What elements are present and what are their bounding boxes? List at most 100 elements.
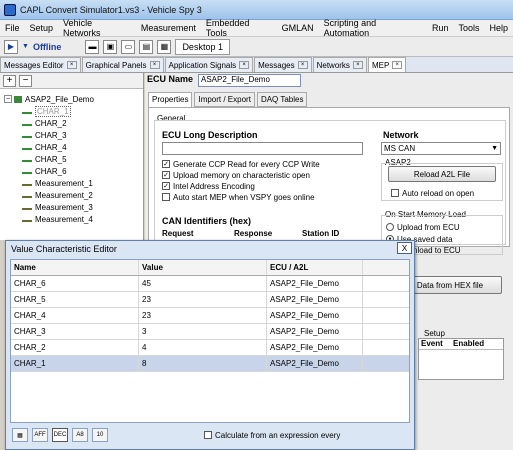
tab-messages-editor[interactable]: Messages Editor × bbox=[0, 57, 81, 72]
radio[interactable] bbox=[386, 223, 394, 231]
table-row-selected[interactable]: CHAR_1 8 ASAP2_File_Demo bbox=[11, 356, 409, 372]
close-icon[interactable]: × bbox=[297, 61, 308, 69]
format-10-button[interactable]: 10 bbox=[92, 428, 108, 442]
expand-icon[interactable]: − bbox=[4, 95, 12, 103]
table-row[interactable]: CHAR_6 45 ASAP2_File_Demo bbox=[11, 276, 409, 292]
tree-item[interactable]: CHAR_6 bbox=[0, 165, 143, 177]
tree-item[interactable]: CHAR_1 bbox=[0, 105, 143, 117]
tree-item[interactable]: Measurement_1 bbox=[0, 177, 143, 189]
format-hex-button[interactable]: AFF bbox=[32, 428, 48, 442]
measurement-icon bbox=[22, 204, 32, 210]
table-row[interactable]: CHAR_2 4 ASAP2_File_Demo bbox=[11, 340, 409, 356]
tab-networks[interactable]: Networks × bbox=[312, 57, 367, 72]
remove-button[interactable]: − bbox=[19, 74, 32, 87]
tree-item[interactable]: CHAR_5 bbox=[0, 153, 143, 165]
menu-run[interactable]: Run bbox=[427, 23, 454, 33]
tree-item[interactable]: CHAR_3 bbox=[0, 129, 143, 141]
table-row[interactable]: CHAR_5 23 ASAP2_File_Demo bbox=[11, 292, 409, 308]
tab-import-export[interactable]: Import / Export bbox=[194, 92, 255, 107]
ecu-subtabs: Properties Import / Export DAQ Tables bbox=[148, 92, 308, 107]
reload-a2l-button[interactable]: Reload A2L File bbox=[388, 166, 496, 182]
format-a8-button[interactable]: A8 bbox=[72, 428, 88, 442]
checkbox[interactable]: ✓ bbox=[162, 182, 170, 190]
checkbox-generate-ccp[interactable]: ✓ Generate CCP Read for every CCP Write bbox=[162, 159, 320, 169]
options-checkboxes: ✓ Generate CCP Read for every CCP Write ✓… bbox=[162, 159, 320, 202]
close-icon[interactable]: × bbox=[66, 61, 77, 69]
tab-properties[interactable]: Properties bbox=[148, 92, 193, 107]
long-desc-input[interactable] bbox=[162, 142, 363, 155]
menu-gmlan[interactable]: GMLAN bbox=[277, 23, 319, 33]
app-icon bbox=[4, 3, 16, 16]
tree-item[interactable]: CHAR_2 bbox=[0, 117, 143, 129]
dropdown-arrow-icon[interactable]: ▼ bbox=[22, 43, 29, 50]
tree-item[interactable]: Measurement_3 bbox=[0, 201, 143, 213]
col-name[interactable]: Name bbox=[11, 260, 139, 275]
tab-graphical-panels[interactable]: Graphical Panels × bbox=[81, 57, 164, 72]
long-desc-label: ECU Long Description bbox=[162, 130, 258, 140]
format-dec-button[interactable]: DEC bbox=[52, 428, 68, 442]
table-row[interactable]: CHAR_4 23 ASAP2_File_Demo bbox=[11, 308, 409, 324]
chevron-down-icon[interactable]: ▼ bbox=[491, 145, 498, 152]
tree-toolbar: + − bbox=[0, 73, 143, 89]
value-characteristic-editor: Value Characteristic Editor X Name Value… bbox=[5, 240, 415, 450]
tab-application-signals[interactable]: Application Signals × bbox=[164, 57, 254, 72]
setup-col-event: Event bbox=[421, 339, 443, 348]
tree-root[interactable]: − ASAP2_File_Demo bbox=[0, 93, 143, 105]
dialog-title-bar[interactable]: Value Characteristic Editor bbox=[6, 241, 414, 257]
table-row[interactable]: CHAR_3 3 ASAP2_File_Demo bbox=[11, 324, 409, 340]
menu-file[interactable]: File bbox=[0, 23, 25, 33]
close-icon[interactable]: × bbox=[352, 61, 363, 69]
setup-label: Setup bbox=[424, 329, 445, 338]
chart-icon[interactable]: ▤ bbox=[139, 39, 154, 54]
menu-setup[interactable]: Setup bbox=[25, 23, 59, 33]
col-ecu[interactable]: ECU / A2L bbox=[267, 260, 363, 275]
characteristic-icon bbox=[22, 156, 32, 162]
menu-scripting[interactable]: Scripting and Automation bbox=[319, 18, 427, 38]
lock-icon[interactable]: ▣ bbox=[103, 39, 118, 54]
menu-help[interactable]: Help bbox=[484, 23, 513, 33]
close-icon[interactable]: × bbox=[149, 61, 160, 69]
tab-mep[interactable]: MEP × bbox=[367, 57, 407, 72]
tree-item[interactable]: CHAR_4 bbox=[0, 141, 143, 153]
ecu-name-input[interactable]: ASAP2_File_Demo bbox=[198, 74, 301, 87]
tab-messages[interactable]: Messages × bbox=[254, 57, 312, 72]
add-button[interactable]: + bbox=[3, 74, 16, 87]
network-label: Network bbox=[383, 130, 419, 140]
menu-measurement[interactable]: Measurement bbox=[136, 23, 201, 33]
checkbox-auto-start[interactable]: Auto start MEP when VSPY goes online bbox=[162, 192, 320, 202]
menu-embedded-tools[interactable]: Embedded Tools bbox=[201, 18, 277, 38]
menu-bar: File Setup Vehicle Networks Measurement … bbox=[0, 18, 513, 38]
close-icon[interactable]: × bbox=[239, 61, 250, 69]
checkbox[interactable] bbox=[391, 189, 399, 197]
menu-vehicle-networks[interactable]: Vehicle Networks bbox=[58, 18, 136, 38]
table-icon[interactable]: ▦ bbox=[12, 428, 28, 442]
measurement-icon bbox=[22, 180, 32, 186]
checkbox-upload-memory[interactable]: ✓ Upload memory on characteristic open bbox=[162, 170, 320, 180]
tree-item[interactable]: Measurement_2 bbox=[0, 189, 143, 201]
col-value[interactable]: Value bbox=[139, 260, 267, 275]
can-col-request: Request bbox=[162, 229, 194, 238]
checkbox[interactable] bbox=[204, 431, 212, 439]
tree-item[interactable]: Measurement_4 bbox=[0, 213, 143, 225]
network-select[interactable]: MS CAN ▼ bbox=[381, 142, 501, 155]
checkbox[interactable]: ✓ bbox=[162, 160, 170, 168]
dialog-footer: ▦ AFF DEC A8 10 Calculate from an expres… bbox=[10, 425, 410, 445]
menu-tools[interactable]: Tools bbox=[453, 23, 484, 33]
monitor-icon[interactable]: ▭ bbox=[121, 39, 136, 54]
play-icon[interactable]: ▶ bbox=[4, 39, 18, 54]
radio-upload-ecu[interactable]: Upload from ECU bbox=[386, 222, 460, 232]
checkbox[interactable]: ✓ bbox=[162, 171, 170, 179]
close-icon[interactable]: X bbox=[397, 242, 412, 254]
tree-panel: + − − ASAP2_File_Demo CHAR_1 CHAR_2 CHAR… bbox=[0, 73, 144, 240]
checkbox[interactable] bbox=[162, 193, 170, 201]
bus-icon[interactable]: ▬ bbox=[85, 39, 100, 54]
checkbox-calculate[interactable]: Calculate from an expression every bbox=[204, 430, 340, 440]
characteristic-icon bbox=[22, 144, 32, 150]
desktop-tab[interactable]: Desktop 1 bbox=[175, 38, 230, 55]
setup-col-enabled: Enabled bbox=[453, 339, 485, 348]
close-icon[interactable]: × bbox=[392, 61, 403, 69]
desktop-icon[interactable]: ▦ bbox=[157, 39, 172, 54]
checkbox-auto-reload[interactable]: Auto reload on open bbox=[391, 188, 474, 198]
checkbox-intel-encoding[interactable]: ✓ Intel Address Encoding bbox=[162, 181, 320, 191]
tab-daq-tables[interactable]: DAQ Tables bbox=[256, 92, 308, 107]
